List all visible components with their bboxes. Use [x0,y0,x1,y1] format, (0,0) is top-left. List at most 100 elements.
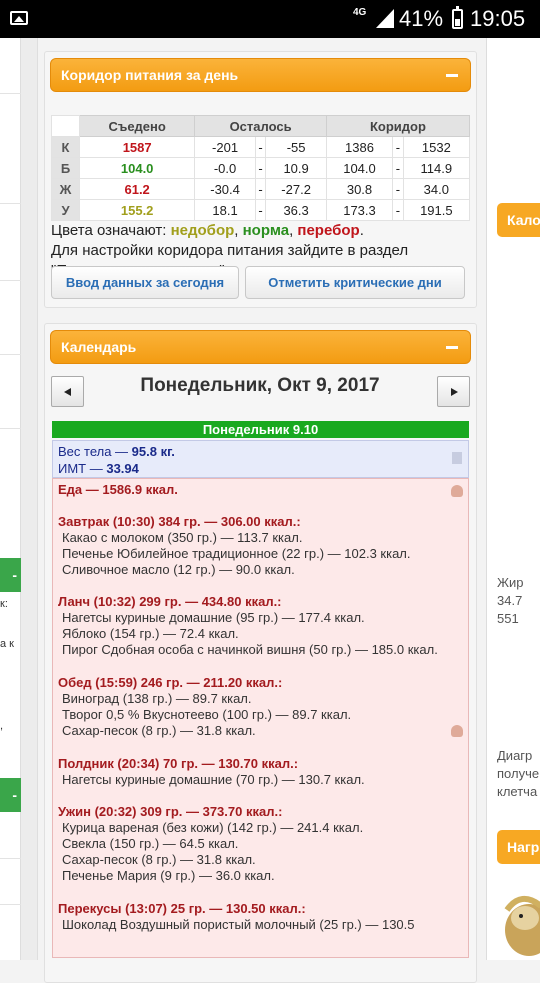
divider-line [0,904,21,905]
dash: - [254,157,267,179]
bmi-line: ИМТ — 33.94 [58,460,463,477]
divider-line [0,93,21,94]
row-label: Ж [51,178,80,200]
meal-header: Ланч (10:32) 299 гр. — 434.80 ккал.: [58,594,282,609]
food-item: Сахар-песок (8 гр.) — 31.8 ккал. [62,723,256,738]
divider-line [0,858,21,859]
panel-title: Календарь [61,339,137,355]
table-row: Б 104.0 -0.0- 10.9 104.0- 114.9 [51,157,471,179]
divider-line [0,203,21,204]
food-total: Еда — 1586.9 ккал. [58,482,178,497]
prev-day-button[interactable] [51,376,84,407]
minimize-icon[interactable] [446,346,458,349]
legend-over: перебор [297,222,360,239]
food-item: Виноград (138 гр.) — 89.7 ккал. [62,691,252,706]
left-min: -30.4 [194,178,256,200]
left-column: - к: а к , - [0,38,21,960]
right-panel-header[interactable]: Кало [497,203,540,237]
calendar-date: Понедельник, Окт 9, 2017 [140,375,380,396]
left-max: -27.2 [265,178,327,200]
eaten-value: 155.2 [78,199,196,221]
corr-max: 34.0 [402,178,471,200]
row-label: Б [51,157,80,179]
food-item: Какао с молоком (350 гр.) — 113.7 ккал. [62,530,303,545]
divider-line [0,354,21,355]
cut-text: , [0,720,4,732]
eaten-value: 1587 [78,136,196,158]
food-block[interactable]: Еда — 1586.9 ккал. Завтрак (10:30) 384 г… [52,478,469,958]
battery-percent: 41% [399,6,444,31]
legend-norm: норма [242,222,290,239]
enter-data-button[interactable]: Ввод данных за сегодня [51,266,239,299]
left-min: -0.0 [194,157,256,179]
dash: - [392,178,404,200]
award-image [504,896,540,956]
right-text: Диагр [497,748,533,763]
table-row: У 155.2 18.1- 36.3 173.3- 191.5 [51,199,471,221]
left-min: 18.1 [194,199,256,221]
corridor-panel: Коридор питания за день Съедено Осталось… [44,51,477,308]
minimize-icon[interactable] [446,74,458,77]
food-item: Творог 0,5 % Вкуснотеево (100 гр.) — 89.… [62,707,352,722]
left-max: 10.9 [265,157,327,179]
right-column: Кало Жир 34.7 551 Диагр получе клетча На… [486,38,540,960]
corr-max: 191.5 [402,199,471,221]
dash: - [392,199,404,221]
corr-min: 1386 [325,136,394,158]
weight-line: Вес тела — 95.8 кг. [58,443,463,460]
hand-icon[interactable] [451,725,463,737]
status-bar: 4G 41% 19:05 [0,0,540,38]
right-text: 551 [497,611,519,626]
meal-header: Ужин (20:32) 309 гр. — 373.70 ккал.: [58,804,283,819]
corr-max: 1532 [402,136,471,158]
delete-icon[interactable] [452,452,462,464]
calendar-panel: Календарь Понедельник, Окт 9, 2017 Понед… [44,323,477,983]
food-item: Нагетсы куриные домашние (70 гр.) — 130.… [62,772,365,787]
battery-icon [452,6,463,29]
food-item: Свекла (150 гр.) — 64.5 ккал. [62,836,239,851]
bmi-value: 33.94 [106,461,139,476]
corridor-panel-header[interactable]: Коридор питания за день [50,58,471,92]
eaten-value: 61.2 [78,178,196,200]
weight-value: 95.8 кг. [131,444,175,459]
next-day-button[interactable] [437,376,470,407]
left-max: 36.3 [265,199,327,221]
right-text: Жир [497,575,524,590]
collapse-tab[interactable]: - [0,558,21,592]
network-type: 4G [353,7,367,18]
arrow-right-icon [451,388,458,396]
corr-min: 104.0 [325,157,394,179]
cut-text: а к [0,638,14,650]
row-label: У [51,199,80,221]
mark-critical-days-button[interactable]: Отметить критические дни [245,266,465,299]
panel-title: Коридор питания за день [61,67,239,83]
meal-header: Перекусы (13:07) 25 гр. — 130.50 ккал.: [58,901,306,916]
calendar-panel-header[interactable]: Календарь [50,330,471,364]
dash: - [392,136,404,158]
food-item: Печенье Мария (9 гр.) — 36.0 ккал. [62,868,275,883]
food-item: Яблоко (154 гр.) — 72.4 ккал. [62,626,239,641]
table-header-row: Съедено Осталось Коридор [51,115,471,137]
corr-min: 30.8 [325,178,394,200]
corr-min: 173.3 [325,199,394,221]
header-left: Осталось [194,115,327,137]
bmi-label: ИМТ — [58,461,107,476]
right-panel-header[interactable]: Нагр [497,830,540,864]
gallery-icon [10,11,28,25]
header-corridor: Коридор [325,115,471,137]
food-item: Нагетсы куриные домашние (95 гр.) — 177.… [62,610,365,625]
collapse-tab[interactable]: - [0,778,21,812]
meal-header: Полдник (20:34) 70 гр. — 130.70 ккал.: [58,756,299,771]
divider-line [0,428,21,429]
dash: - [392,157,404,179]
arrow-left-icon [64,388,71,396]
weight-block[interactable]: Вес тела — 95.8 кг. ИМТ — 33.94 [52,440,469,478]
dash: - [254,136,267,158]
dash: - [254,199,267,221]
right-text: получе [497,766,540,781]
legend-prefix: Цвета означают: [51,222,171,239]
food-item: Сахар-песок (8 гр.) — 31.8 ккал. [62,852,256,867]
hand-icon[interactable] [451,485,463,497]
corridor-table: Съедено Осталось Коридор К 1587 -201- -5… [51,115,471,221]
left-min: -201 [194,136,256,158]
